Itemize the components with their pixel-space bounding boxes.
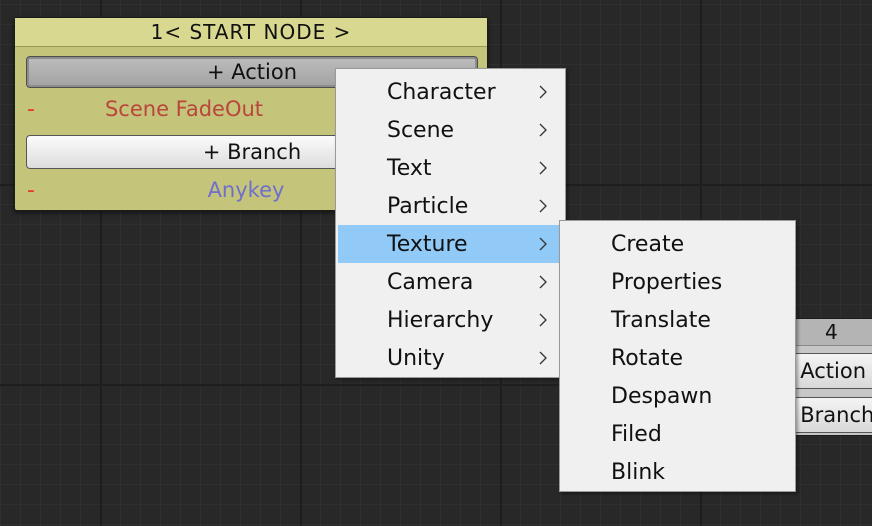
chevron-right-icon	[539, 199, 547, 213]
menu-item-label: Unity	[387, 345, 445, 371]
menu-item-text[interactable]: Text	[338, 149, 563, 187]
node-4-title: 4	[791, 319, 872, 346]
submenu-item-create[interactable]: Create	[562, 225, 793, 263]
submenu-item-label: Filed	[611, 421, 662, 447]
submenu-item-label: Despawn	[611, 383, 713, 409]
submenu-item-label: Create	[611, 231, 685, 257]
submenu-item-blink[interactable]: Blink	[562, 453, 793, 491]
texture-submenu: Create Properties Translate Rotate Despa…	[559, 220, 796, 492]
menu-item-unity[interactable]: Unity	[338, 339, 563, 377]
chevron-right-icon	[539, 161, 547, 175]
submenu-item-label: Translate	[611, 307, 711, 333]
menu-item-hierarchy[interactable]: Hierarchy	[338, 301, 563, 339]
menu-item-label: Hierarchy	[387, 307, 494, 333]
start-node-title: 1< START NODE >	[15, 18, 487, 47]
submenu-item-properties[interactable]: Properties	[562, 263, 793, 301]
menu-item-label: Camera	[387, 269, 474, 295]
menu-item-label: Texture	[387, 231, 468, 257]
node-4[interactable]: 4 - Action - Branch	[785, 318, 872, 436]
chevron-right-icon	[539, 85, 547, 99]
chevron-right-icon	[539, 123, 547, 137]
menu-item-camera[interactable]: Camera	[338, 263, 563, 301]
action-item-label[interactable]: Scene FadeOut	[15, 97, 361, 121]
submenu-item-label: Rotate	[611, 345, 684, 371]
menu-item-character[interactable]: Character	[338, 73, 563, 111]
submenu-item-label: Properties	[611, 269, 723, 295]
menu-item-texture[interactable]: Texture	[338, 225, 563, 263]
chevron-right-icon	[539, 351, 547, 365]
submenu-item-filed[interactable]: Filed	[562, 415, 793, 453]
node-4-branch-button[interactable]: - Branch	[785, 397, 872, 433]
context-menu: Character Scene Text Particle Texture Ca…	[335, 68, 566, 378]
submenu-item-translate[interactable]: Translate	[562, 301, 793, 339]
chevron-right-icon	[539, 275, 547, 289]
chevron-right-icon	[539, 237, 547, 251]
chevron-right-icon	[539, 313, 547, 327]
menu-item-label: Particle	[387, 193, 469, 219]
node-4-action-button[interactable]: - Action	[785, 353, 872, 389]
menu-item-scene[interactable]: Scene	[338, 111, 563, 149]
menu-item-label: Character	[387, 79, 496, 105]
submenu-item-rotate[interactable]: Rotate	[562, 339, 793, 377]
submenu-item-label: Blink	[611, 459, 666, 485]
menu-item-label: Scene	[387, 117, 455, 143]
menu-item-label: Text	[387, 155, 432, 181]
menu-item-particle[interactable]: Particle	[338, 187, 563, 225]
submenu-item-despawn[interactable]: Despawn	[562, 377, 793, 415]
